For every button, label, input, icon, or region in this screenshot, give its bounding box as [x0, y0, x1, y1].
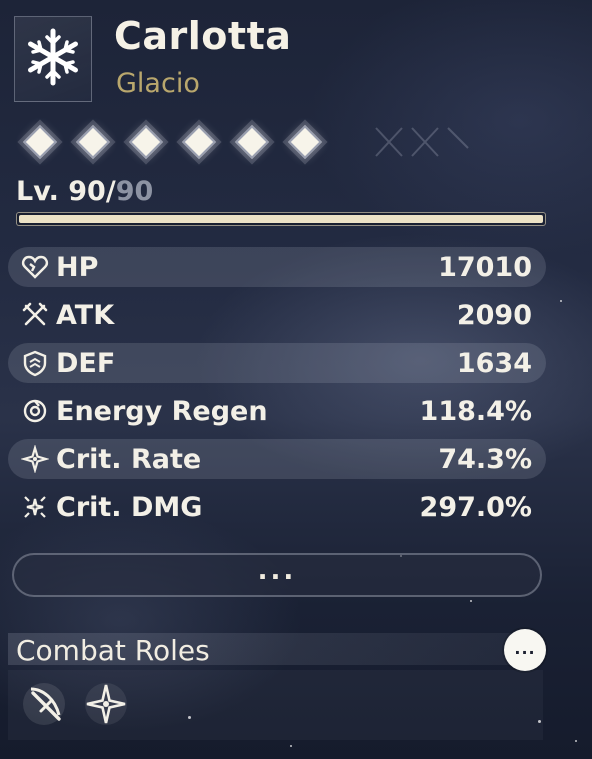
combat-roles-info-label: ...: [514, 638, 536, 658]
stat-row-hp[interactable]: HP 17010: [8, 247, 546, 287]
stat-value: 1634: [456, 347, 532, 379]
crit-dmg-icon: [18, 490, 52, 524]
resonance-node-3[interactable]: [129, 125, 163, 159]
stat-label: Energy Regen: [56, 395, 268, 427]
resonance-node-4[interactable]: [182, 125, 216, 159]
level-current: Lv. 90/: [16, 176, 116, 207]
crit-rate-icon: [18, 442, 52, 476]
resonance-node-2[interactable]: [76, 125, 110, 159]
character-name: Carlotta: [114, 14, 292, 58]
stat-value: 2090: [456, 299, 532, 331]
resonance-chain: [23, 125, 322, 159]
level-max: 90: [115, 176, 154, 207]
def-shield-icon: [18, 346, 52, 380]
stat-label: ATK: [56, 299, 115, 331]
sword-role-icon[interactable]: [20, 680, 68, 728]
sparkle-role-icon[interactable]: [82, 680, 130, 728]
energy-regen-icon: [18, 394, 52, 428]
stats-list: HP 17010 ATK 2090 DEF 1634 Energy Regen …: [8, 247, 546, 535]
stat-label: Crit. DMG: [56, 491, 203, 523]
snowflake-icon: [22, 26, 84, 92]
stat-row-crit-rate[interactable]: Crit. Rate 74.3%: [8, 439, 546, 479]
more-stats-button[interactable]: ...: [12, 553, 542, 597]
stat-value: 17010: [438, 251, 532, 283]
resonance-node-1[interactable]: [23, 125, 57, 159]
stat-label: DEF: [56, 347, 116, 379]
stat-value: 297.0%: [419, 491, 532, 523]
stat-label: Crit. Rate: [56, 443, 202, 475]
level-progress-bar: [16, 212, 546, 226]
stat-value: 74.3%: [438, 443, 532, 475]
stat-value: 118.4%: [419, 395, 532, 427]
resonance-node-6[interactable]: [288, 125, 322, 159]
combat-roles-title: Combat Roles: [16, 634, 210, 667]
combat-roles-info-button[interactable]: ...: [504, 629, 546, 671]
stat-row-crit-dmg[interactable]: Crit. DMG 297.0%: [8, 487, 546, 527]
resonance-node-5[interactable]: [235, 125, 269, 159]
stat-row-def[interactable]: DEF 1634: [8, 343, 546, 383]
level-progress-fill: [19, 215, 543, 223]
atk-crossed-swords-icon: [18, 298, 52, 332]
element-name: Glacio: [116, 68, 200, 99]
hp-heart-icon: [18, 250, 52, 284]
more-stats-label: ...: [257, 556, 297, 586]
element-emblem: [14, 16, 92, 102]
stat-row-atk[interactable]: ATK 2090: [8, 295, 546, 335]
stat-row-energy-regen[interactable]: Energy Regen 118.4%: [8, 391, 546, 431]
resonance-decoration: [375, 127, 469, 157]
stat-label: HP: [56, 251, 99, 283]
level-display: Lv. 90/90: [16, 176, 153, 207]
